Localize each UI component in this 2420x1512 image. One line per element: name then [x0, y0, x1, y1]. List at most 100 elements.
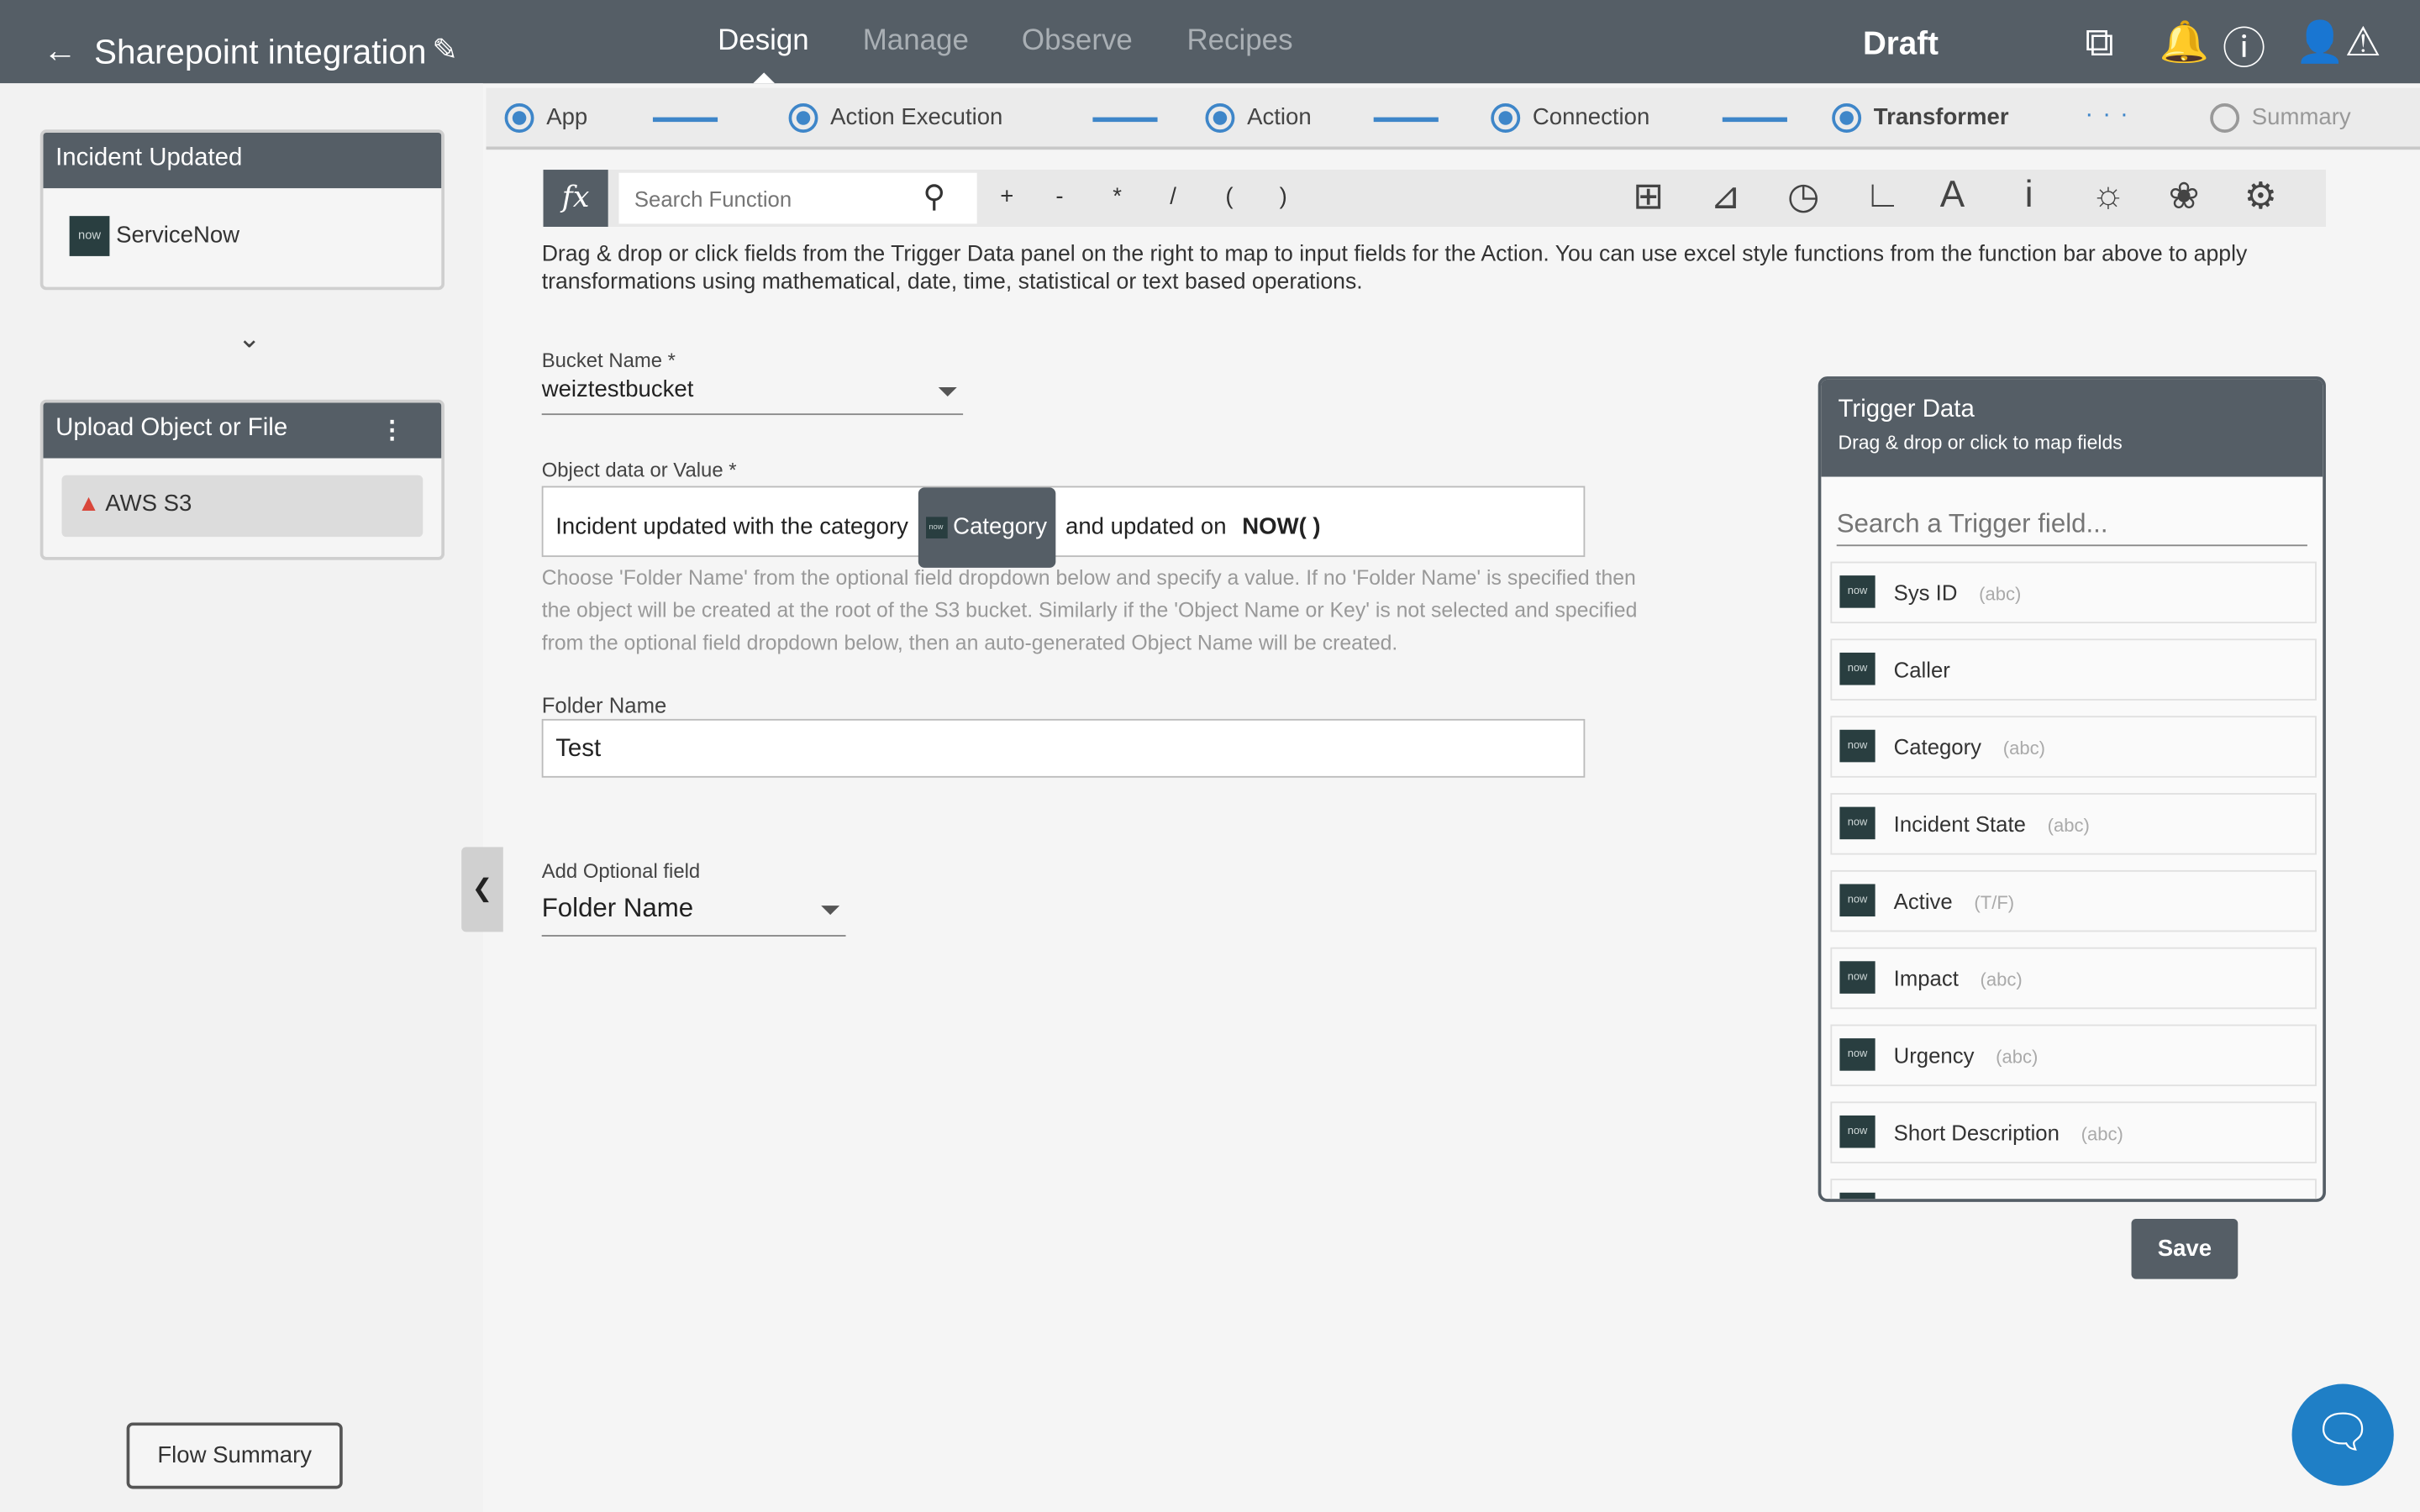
servicenow-logo-icon: now [925, 517, 947, 539]
field-type: (abc) [1979, 583, 2022, 606]
ai-brain-icon[interactable]: ❀ [2169, 175, 2200, 219]
bucket-name-select[interactable]: weiztestbucket [541, 376, 964, 416]
progress-steps: App Action Execution Action Connection T… [486, 87, 2420, 150]
field-type: (abc) [2081, 1123, 2123, 1145]
chevron-down-icon [938, 387, 957, 397]
chat-bubble-icon: 🗨 [2313, 1407, 2373, 1458]
step-app[interactable]: App [504, 103, 587, 133]
servicenow-logo-icon: now [69, 216, 110, 256]
collapse-sidebar-button[interactable]: ❮ [461, 847, 503, 932]
trigger-field-item[interactable]: now Caller [1830, 638, 2317, 701]
tab-design[interactable]: Design [718, 24, 809, 58]
tab-observe[interactable]: Observe [1022, 24, 1133, 58]
operator-close-paren[interactable]: ) [1280, 184, 1287, 210]
servicenow-logo-icon: now [1839, 961, 1876, 994]
step-transformer[interactable]: Transformer [1832, 103, 2009, 133]
field-name: Active [1893, 888, 1953, 914]
servicenow-logo-icon: now [1839, 806, 1876, 840]
step-connector [1722, 117, 1787, 123]
flow-summary-button[interactable]: Flow Summary [126, 1422, 343, 1489]
step-done-icon [1205, 103, 1235, 133]
trigger-field-item[interactable]: now Incident State (abc) [1830, 793, 2317, 855]
text-icon[interactable]: A [1940, 175, 1965, 218]
chevron-left-icon: ❮ [471, 876, 493, 903]
chat-support-button[interactable]: 🗨 [2291, 1383, 2394, 1486]
operator-plus[interactable]: + [1000, 184, 1013, 210]
field-name: Urgency [1893, 1042, 1975, 1068]
trigger-field-item[interactable]: now Category (abc) [1830, 716, 2317, 778]
tab-manage[interactable]: Manage [863, 24, 969, 58]
step-action-execution[interactable]: Action Execution [788, 103, 1002, 133]
field-type: (abc) [2047, 814, 2090, 837]
servicenow-logo-icon: now [1839, 652, 1876, 685]
bell-icon[interactable]: 🔔 [2160, 18, 2209, 66]
trigger-field-item[interactable]: now Closed By [1830, 1179, 2317, 1200]
operator-divide[interactable]: / [1170, 184, 1176, 210]
instructions-text: Drag & drop or click fields from the Tri… [541, 242, 2248, 295]
save-button[interactable]: Save [2131, 1219, 2238, 1279]
step-connector [1373, 117, 1439, 123]
optional-field-label: Add Optional field [541, 859, 701, 883]
field-name: Impact [1893, 965, 1959, 991]
servicenow-logo-icon: now [1839, 1115, 1876, 1148]
trigger-field-item[interactable]: now Active (T/F) [1830, 869, 2317, 932]
servicenow-logo-icon: now [1839, 575, 1876, 608]
field-type: (abc) [2002, 737, 2045, 759]
chart-icon[interactable]: ∟ [1865, 175, 1901, 218]
trigger-data-title: Trigger Data [1838, 396, 1975, 423]
optional-field-select[interactable]: Folder Name [541, 893, 846, 937]
step-done-icon [788, 103, 818, 133]
folder-name-input[interactable]: Test [541, 718, 1586, 778]
object-data-input[interactable]: Incident updated with the category now Cat… [541, 486, 1586, 568]
calculator-icon[interactable]: ⊞ [1633, 175, 1664, 219]
trigger-field-item[interactable]: now Impact (abc) [1830, 947, 2317, 1010]
step-connection[interactable]: Connection [1491, 103, 1649, 133]
arrow-left-icon[interactable]: ← [43, 31, 76, 71]
trigger-field-item[interactable]: now Sys ID (abc) [1830, 561, 2317, 624]
step-action[interactable]: Action [1205, 103, 1312, 133]
trigger-field-item[interactable]: now Short Description (abc) [1830, 1101, 2317, 1163]
step-connector [652, 117, 718, 123]
step-done-icon [504, 103, 534, 133]
folder-name-label: Folder Name [541, 692, 667, 718]
field-name: Closed By [1894, 1197, 1992, 1199]
operator-open-paren[interactable]: ( [1225, 184, 1233, 210]
trigger-field-item[interactable]: now Urgency (abc) [1830, 1024, 2317, 1087]
field-name: Incident State [1893, 811, 2026, 837]
clock-icon[interactable]: ◷ [1787, 175, 1819, 219]
step-pending-icon [2210, 103, 2240, 133]
top-bar: ← Sharepoint integration ✎ Design Manage… [0, 0, 2420, 84]
info-icon[interactable]: i [2025, 175, 2033, 218]
trigger-data-panel: Trigger Data Drag & drop or click to map … [1818, 376, 2326, 1202]
trigger-field-search-input[interactable] [1836, 502, 2307, 547]
advanced-gears-icon[interactable]: ⚙ [2244, 175, 2278, 219]
field-type: (T/F) [1974, 891, 2015, 914]
more-vertical-icon[interactable]: ⋮ [380, 415, 404, 446]
category-field-chip[interactable]: now Category [917, 487, 1057, 568]
user-alert-icon[interactable]: 👤⚠ [2295, 18, 2381, 66]
operator-minus[interactable]: - [1055, 184, 1063, 210]
function-bar: fx ⚲ + - * / ( ) ⊞ ⊿ ◷ ∟ A i ☼ ❀ ⚙ [543, 170, 2326, 228]
action-app-name: AWS S3 [105, 491, 192, 517]
trigger-card-title: Incident Updated [43, 132, 442, 189]
function-icon: fx [543, 170, 608, 228]
servicenow-logo-icon: now [1839, 1192, 1876, 1200]
pencil-icon[interactable]: ✎ [432, 31, 458, 70]
active-tab-caret [753, 72, 776, 84]
bucket-name-label: Bucket Name * [541, 349, 676, 372]
flow-sidebar: Incident Updated now ServiceNow ⌄ Upload… [0, 83, 483, 1512]
operator-multiply[interactable]: * [1113, 184, 1122, 210]
trigger-card[interactable]: Incident Updated now ServiceNow [39, 129, 445, 291]
dotted-connector: ··· [2085, 102, 2138, 129]
step-summary[interactable]: Summary [2210, 103, 2351, 133]
servicenow-logo-icon: now [1839, 729, 1876, 763]
tab-recipes[interactable]: Recipes [1186, 24, 1292, 58]
external-link-icon[interactable]: ⧉ [2085, 18, 2113, 68]
finance-icon[interactable]: ☼ [2091, 175, 2125, 218]
help-icon[interactable]: ⓘ [2223, 15, 2265, 76]
trigonometry-icon[interactable]: ⊿ [1710, 175, 1741, 219]
search-icon[interactable]: ⚲ [923, 177, 945, 216]
field-name: Category [1893, 734, 1982, 759]
now-function: NOW( ) [1242, 513, 1321, 540]
action-card[interactable]: Upload Object or File ⋮ ▲ AWS S3 [39, 399, 445, 560]
